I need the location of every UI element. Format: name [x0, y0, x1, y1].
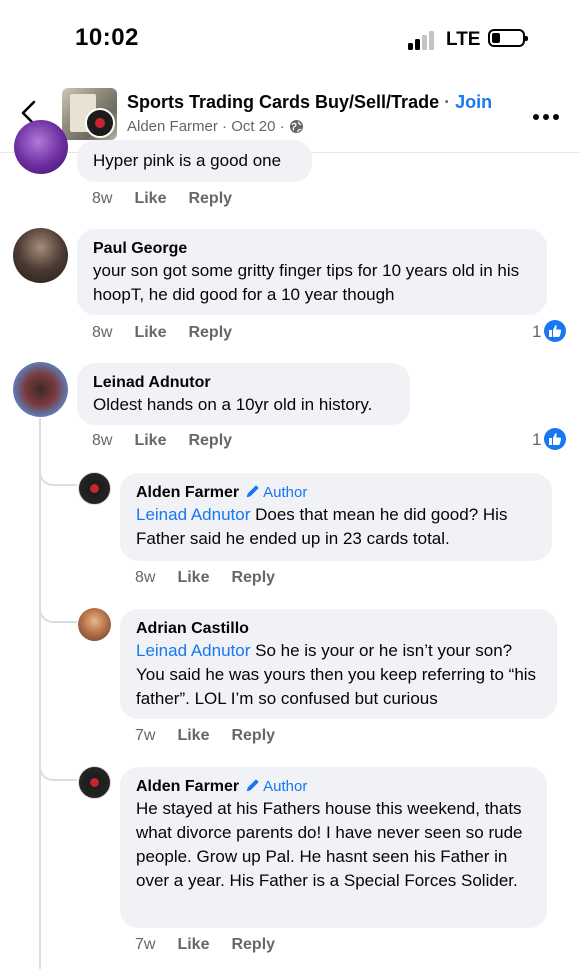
- comment-time[interactable]: 8w: [92, 324, 112, 341]
- status-time: 10:02: [75, 24, 139, 51]
- replier-name[interactable]: Alden Farmer: [136, 778, 239, 795]
- commenter-avatar[interactable]: [13, 228, 68, 283]
- group-name[interactable]: Sports Trading Cards Buy/Sell/Trade: [127, 92, 439, 112]
- comment-time[interactable]: 8w: [92, 432, 112, 449]
- network-type: LTE: [446, 29, 481, 50]
- replier-name[interactable]: Adrian Castillo: [136, 619, 541, 639]
- pencil-icon: [246, 779, 259, 792]
- reply-actions: 7w Like Reply: [135, 727, 297, 745]
- thumbs-up-icon: [544, 428, 567, 450]
- comment-actions: 8w Like Reply: [92, 432, 254, 450]
- reply-actions: 7w Like Reply: [135, 936, 297, 954]
- comment-time[interactable]: 8w: [92, 190, 112, 207]
- comment-text: your son got some gritty finger tips for…: [93, 261, 520, 304]
- commenter-name[interactable]: Leinad Adnutor: [93, 373, 394, 393]
- like-button[interactable]: Like: [177, 936, 209, 953]
- replier-avatar[interactable]: [78, 766, 111, 799]
- reply-button[interactable]: Reply: [188, 190, 232, 207]
- replier-name[interactable]: Alden Farmer: [136, 484, 239, 501]
- reply-button[interactable]: Reply: [231, 569, 275, 586]
- globe-icon: [289, 119, 303, 134]
- commenter-avatar[interactable]: [13, 362, 68, 417]
- author-badge: Author: [245, 484, 307, 501]
- comment-bubble: Paul George your son got some gritty fin…: [77, 229, 547, 315]
- post-meta: Alden Farmer · Oct 20 ·: [127, 118, 304, 135]
- more-options-button[interactable]: [533, 114, 561, 122]
- comment-text: Hyper pink is a good one: [93, 151, 282, 170]
- mention-link[interactable]: Leinad Adnutor: [136, 505, 250, 524]
- reply-branch-line: [39, 468, 77, 486]
- post-author[interactable]: Alden Farmer: [127, 118, 218, 135]
- cellular-signal-icon: [408, 30, 438, 50]
- mention-link[interactable]: Leinad Adnutor: [136, 641, 250, 660]
- replier-avatar[interactable]: [78, 472, 111, 505]
- group-avatar[interactable]: [62, 88, 117, 140]
- reply-bubble: Adrian Castillo Leinad Adnutor So he is …: [120, 609, 557, 719]
- reply-branch-line: [39, 605, 77, 623]
- join-button[interactable]: Join: [455, 92, 492, 112]
- thumbs-up-icon: [544, 320, 567, 342]
- like-button[interactable]: Like: [177, 569, 209, 586]
- like-button[interactable]: Like: [134, 190, 166, 207]
- header-title: Sports Trading Cards Buy/Sell/Trade · Jo…: [127, 92, 493, 112]
- reply-bubble: Alden Farmer Author He stayed at his Fath…: [120, 767, 547, 928]
- reply-thread-line: [39, 418, 41, 969]
- reply-button[interactable]: Reply: [231, 727, 275, 744]
- pencil-icon: [246, 485, 259, 498]
- reply-bubble: Alden Farmer Author Leinad Adnutor Does t…: [120, 473, 552, 561]
- battery-icon: [488, 29, 528, 47]
- like-button[interactable]: Like: [134, 432, 166, 449]
- reply-time[interactable]: 7w: [135, 727, 155, 744]
- commenter-name[interactable]: Paul George: [93, 239, 531, 259]
- comment-text: Oldest hands on a 10yr old in history.: [93, 395, 373, 414]
- reply-time[interactable]: 7w: [135, 936, 155, 953]
- reply-button[interactable]: Reply: [188, 324, 232, 341]
- commenter-avatar[interactable]: [14, 120, 68, 174]
- reply-button[interactable]: Reply: [231, 936, 275, 953]
- reaction-count[interactable]: 1: [532, 320, 567, 342]
- comment-bubble: Hyper pink is a good one: [77, 140, 312, 182]
- post-date[interactable]: Oct 20: [231, 118, 275, 135]
- like-button[interactable]: Like: [134, 324, 166, 341]
- comment-bubble: Leinad Adnutor Oldest hands on a 10yr ol…: [77, 363, 410, 425]
- like-button[interactable]: Like: [177, 727, 209, 744]
- reply-branch-line: [39, 763, 77, 781]
- reply-button[interactable]: Reply: [188, 432, 232, 449]
- replier-avatar[interactable]: [78, 608, 111, 641]
- reply-actions: 8w Like Reply: [135, 569, 297, 587]
- comment-actions: 8w Like Reply: [92, 324, 254, 342]
- reaction-count[interactable]: 1: [532, 428, 567, 450]
- author-badge: Author: [245, 778, 307, 795]
- comment-actions: 8w Like Reply: [92, 190, 254, 208]
- reply-text: He stayed at his Fathers house this week…: [136, 799, 523, 890]
- reply-time[interactable]: 8w: [135, 569, 155, 586]
